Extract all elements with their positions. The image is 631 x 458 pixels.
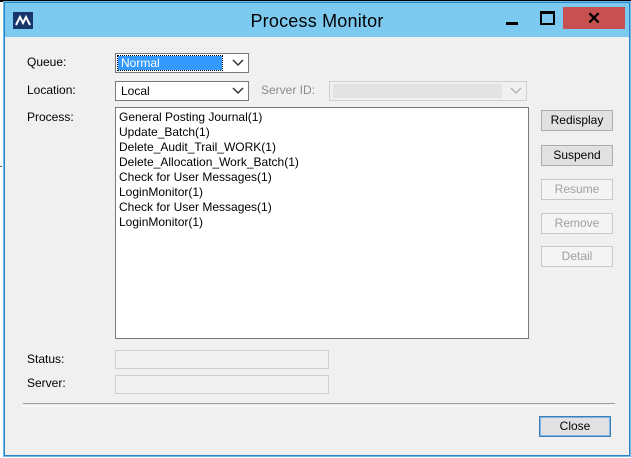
redisplay-button[interactable]: Redisplay — [541, 110, 613, 131]
server-label: Server: — [27, 376, 66, 390]
server-field — [115, 375, 329, 394]
queue-label: Queue: — [27, 55, 67, 69]
location-selected-value: Local — [121, 84, 150, 98]
background-mark — [0, 166, 2, 167]
dialog-body: Queue: Normal Location: Local Server ID:… — [11, 39, 623, 449]
queue-selected-value: Normal — [117, 55, 223, 71]
process-list-item[interactable]: General Posting Journal(1) — [119, 110, 525, 125]
chevron-down-icon[interactable] — [232, 59, 244, 67]
minimize-icon — [506, 21, 518, 25]
minimize-button[interactable] — [497, 7, 527, 29]
location-label: Location: — [27, 83, 76, 97]
process-monitor-window: Process Monitor ✕ Queue: Normal Location… — [4, 2, 630, 456]
chevron-down-icon — [510, 87, 522, 95]
chevron-down-icon[interactable] — [232, 87, 244, 95]
process-list-item[interactable]: LoginMonitor(1) — [119, 215, 525, 230]
process-list[interactable]: General Posting Journal(1) Update_Batch(… — [115, 107, 529, 339]
title-bar[interactable]: Process Monitor ✕ — [5, 3, 629, 37]
close-icon: ✕ — [586, 8, 602, 28]
server-id-value — [333, 84, 502, 98]
process-list-item[interactable]: Update_Batch(1) — [119, 125, 525, 140]
location-dropdown[interactable]: Local — [115, 81, 249, 101]
maximize-button[interactable] — [532, 7, 562, 29]
detail-button[interactable]: Detail — [541, 246, 613, 267]
process-list-item[interactable]: Delete_Audit_Trail_WORK(1) — [119, 140, 525, 155]
process-list-item[interactable]: Check for User Messages(1) — [119, 200, 525, 215]
queue-dropdown[interactable]: Normal — [115, 53, 249, 73]
status-label: Status: — [27, 352, 65, 366]
remove-button[interactable]: Remove — [541, 213, 613, 234]
close-button[interactable]: Close — [539, 416, 611, 437]
maximize-icon — [539, 11, 555, 25]
suspend-button[interactable]: Suspend — [541, 145, 613, 166]
process-list-item[interactable]: LoginMonitor(1) — [119, 185, 525, 200]
resume-button[interactable]: Resume — [541, 179, 613, 200]
process-list-item[interactable]: Check for User Messages(1) — [119, 170, 525, 185]
process-list-item[interactable]: Delete_Allocation_Work_Batch(1) — [119, 155, 525, 170]
server-id-label: Server ID: — [261, 83, 316, 97]
status-field — [115, 350, 329, 369]
process-label: Process: — [27, 110, 74, 124]
close-window-button[interactable]: ✕ — [563, 7, 625, 29]
footer-divider — [23, 403, 615, 407]
server-id-dropdown[interactable] — [329, 81, 527, 101]
